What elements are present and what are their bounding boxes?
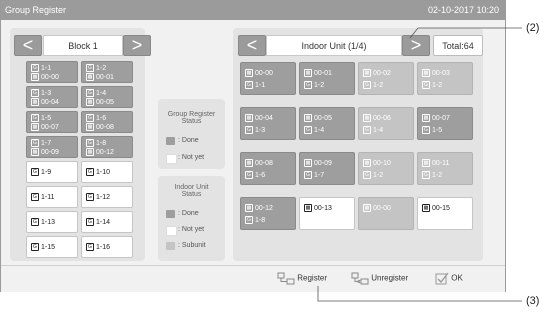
callout-3-line — [317, 286, 522, 302]
callout-2-line — [409, 27, 522, 39]
callout-3: (3) — [526, 295, 540, 307]
callout-lines — [317, 27, 522, 302]
callout-2: (2) — [526, 22, 540, 34]
